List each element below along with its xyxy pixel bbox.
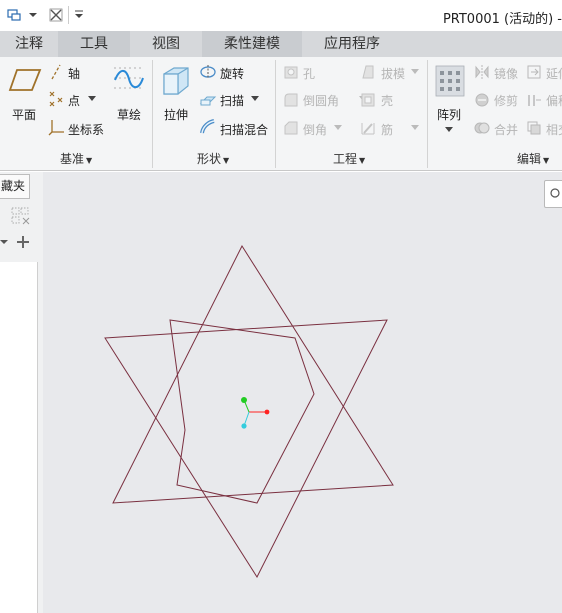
extrude-icon[interactable] (160, 64, 192, 98)
coordinate-system-icon (241, 397, 270, 429)
tab-annotate[interactable]: 注释 (0, 31, 58, 57)
ribbon-divider (152, 60, 153, 168)
chevron-down-icon[interactable] (445, 127, 453, 133)
model-tree[interactable] (0, 262, 38, 613)
shell-button[interactable]: 壳 (381, 92, 393, 109)
sketch-button[interactable]: 草绘 (117, 106, 141, 123)
trim-button[interactable]: 修剪 (494, 92, 518, 109)
model-geometry (104, 244, 394, 579)
chevron-down-icon[interactable] (411, 125, 419, 131)
tab-view[interactable]: 视图 (130, 31, 202, 57)
rib-button[interactable]: 筋 (381, 121, 393, 138)
round-icon (284, 93, 298, 107)
sweep-icon (199, 96, 217, 106)
chevron-down-icon: ▼ (543, 156, 550, 165)
shapes-group-label[interactable]: 形状 ▼ (197, 150, 229, 167)
engineering-group-text: 工程 (333, 152, 358, 166)
graphics-canvas[interactable] (43, 172, 562, 613)
ribbon-divider (427, 60, 428, 168)
editing-group-text: 编辑 (517, 152, 542, 166)
draft-button[interactable]: 拔模 (381, 65, 405, 82)
swept-blend-button[interactable]: 扫描混合 (220, 121, 268, 138)
mirror-button[interactable]: 镜像 (494, 65, 518, 82)
extend-icon (527, 65, 541, 79)
chamfer-button[interactable]: 倒角 (303, 121, 327, 138)
offset-button[interactable]: 偏移 (546, 92, 562, 109)
axis-icon (51, 64, 61, 80)
view-search-button[interactable] (544, 180, 562, 208)
intersect-icon (527, 121, 541, 135)
round-button[interactable]: 倒圆角 (303, 92, 339, 109)
search-icon (550, 188, 560, 198)
axis-button[interactable]: 轴 (68, 65, 80, 82)
chevron-down-icon[interactable] (88, 96, 96, 102)
datum-group-text: 基准 (60, 152, 85, 166)
revolve-button[interactable]: 旋转 (220, 65, 244, 82)
extend-button[interactable]: 延伸 (546, 65, 562, 82)
shell-icon (361, 93, 375, 107)
offset-icon (528, 95, 541, 106)
chevron-down-icon[interactable] (411, 69, 419, 75)
swept-blend-icon (200, 119, 215, 134)
csys-button[interactable]: 坐标系 (68, 121, 104, 138)
tab-flexible-modeling[interactable]: 柔性建模 (202, 31, 302, 57)
window-title: PRT0001 (活动的) - (442, 12, 562, 27)
sweep-button[interactable]: 扫描 (220, 92, 244, 109)
close-window-icon[interactable] (48, 7, 64, 23)
dropdown-icon[interactable] (28, 7, 38, 23)
merge-icon (474, 122, 490, 134)
point-button[interactable]: 点 (68, 92, 80, 109)
extrude-button[interactable]: 拉伸 (164, 106, 188, 123)
hole-button[interactable]: 孔 (303, 65, 315, 82)
mirror-icon (475, 65, 489, 79)
engineering-group-label[interactable]: 工程 ▼ (333, 150, 365, 167)
tab-tools[interactable]: 工具 (58, 31, 130, 57)
customize-icon[interactable] (73, 7, 85, 23)
chevron-down-icon[interactable] (334, 125, 342, 131)
revolve-icon (200, 65, 216, 79)
chevron-down-icon[interactable] (0, 238, 8, 246)
draft-icon (362, 65, 374, 79)
shapes-group-text: 形状 (197, 152, 222, 166)
chevron-down-icon[interactable] (251, 96, 259, 102)
tree-settings-icon[interactable] (10, 206, 32, 226)
triangle-up (112, 244, 394, 504)
favorites-tab[interactable]: 藏夹 (0, 174, 30, 199)
plane-icon[interactable] (8, 66, 42, 94)
csys-icon (48, 120, 64, 136)
sketch-icon[interactable] (112, 64, 146, 94)
editing-group-label[interactable]: 编辑 ▼ (517, 150, 549, 167)
chevron-down-icon: ▼ (359, 156, 366, 165)
add-icon[interactable] (16, 235, 30, 249)
rib-icon (361, 123, 375, 135)
chevron-down-icon: ▼ (223, 156, 230, 165)
plane-button[interactable]: 平面 (12, 106, 36, 123)
chamfer-icon (284, 121, 298, 135)
window-switch-icon[interactable] (6, 7, 22, 23)
tab-applications[interactable]: 应用程序 (302, 31, 402, 57)
chevron-down-icon: ▼ (86, 156, 93, 165)
pattern-icon[interactable] (434, 64, 466, 98)
ribbon-divider (275, 60, 276, 168)
pattern-button[interactable]: 阵列 (437, 106, 461, 123)
merge-button[interactable]: 合并 (494, 121, 518, 138)
title-bar: PRT0001 (活动的) - (0, 0, 562, 31)
hole-icon (284, 66, 298, 79)
intersect-button[interactable]: 相交 (546, 121, 562, 138)
trim-icon (475, 93, 489, 107)
triangle-down (104, 319, 388, 579)
datum-group-label[interactable]: 基准 ▼ (60, 150, 92, 167)
point-icon (49, 91, 63, 107)
